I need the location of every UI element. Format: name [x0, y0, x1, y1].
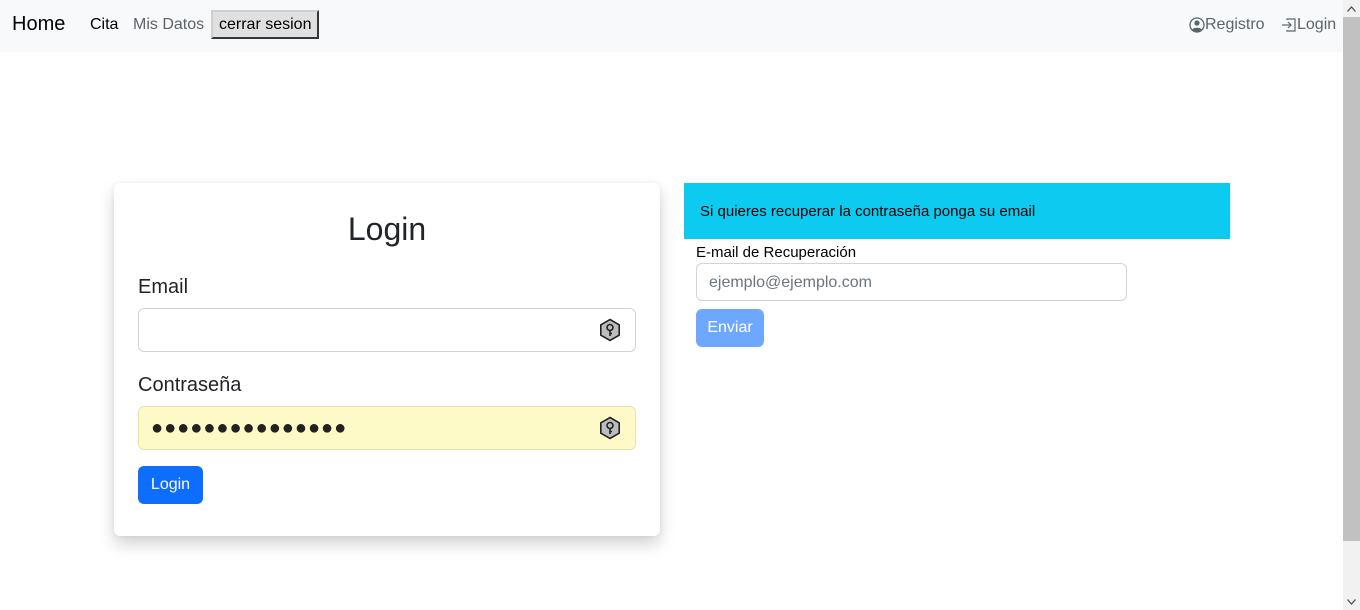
box-arrow-in-right-icon — [1281, 17, 1297, 33]
page: Home Cita Mis Datos cerrar sesion Regist… — [0, 0, 1343, 610]
vertical-scrollbar[interactable] — [1343, 0, 1360, 610]
brand-home-link[interactable]: Home — [12, 13, 65, 36]
recovery-email-input[interactable]: ejemplo@ejemplo.com — [696, 263, 1127, 301]
nav-link-cita[interactable]: Cita — [90, 16, 118, 34]
person-circle-icon — [1189, 17, 1205, 33]
recovery-alert: Si quieres recuperar la contraseña ponga… — [684, 183, 1230, 239]
navbar: Home Cita Mis Datos cerrar sesion Regist… — [0, 0, 1343, 52]
password-field[interactable]: ●●●●●●●●●●●●●●● — [138, 406, 636, 450]
key-icon[interactable] — [598, 416, 622, 440]
recovery-email-placeholder: ejemplo@ejemplo.com — [709, 274, 872, 291]
nav-link-mis-datos[interactable]: Mis Datos — [133, 16, 204, 34]
recovery-alert-text: Si quieres recuperar la contraseña ponga… — [700, 203, 1036, 220]
email-field[interactable] — [138, 308, 636, 352]
nav-login-label: Login — [1297, 16, 1337, 33]
scroll-up-arrow-icon[interactable] — [1343, 0, 1360, 17]
login-card: Login Email Contraseña ●●●●●●●●●●●●●●● L… — [114, 183, 660, 536]
key-icon[interactable] — [598, 318, 622, 342]
nav-link-registro[interactable]: Registro — [1189, 16, 1265, 34]
recovery-email-label: E-mail de Recuperación — [696, 244, 857, 261]
scrollbar-thumb[interactable] — [1343, 17, 1360, 541]
nav-link-login[interactable]: Login — [1281, 16, 1336, 34]
enviar-button[interactable]: Enviar — [696, 309, 764, 347]
password-masked-value: ●●●●●●●●●●●●●●● — [151, 417, 348, 439]
password-label: Contraseña — [138, 374, 242, 396]
login-button[interactable]: Login — [138, 466, 203, 504]
email-label: Email — [138, 276, 189, 298]
login-title: Login — [347, 211, 427, 247]
nav-registro-label: Registro — [1205, 16, 1265, 33]
logout-button[interactable]: cerrar sesion — [211, 10, 320, 39]
scroll-down-arrow-icon[interactable] — [1343, 593, 1360, 610]
